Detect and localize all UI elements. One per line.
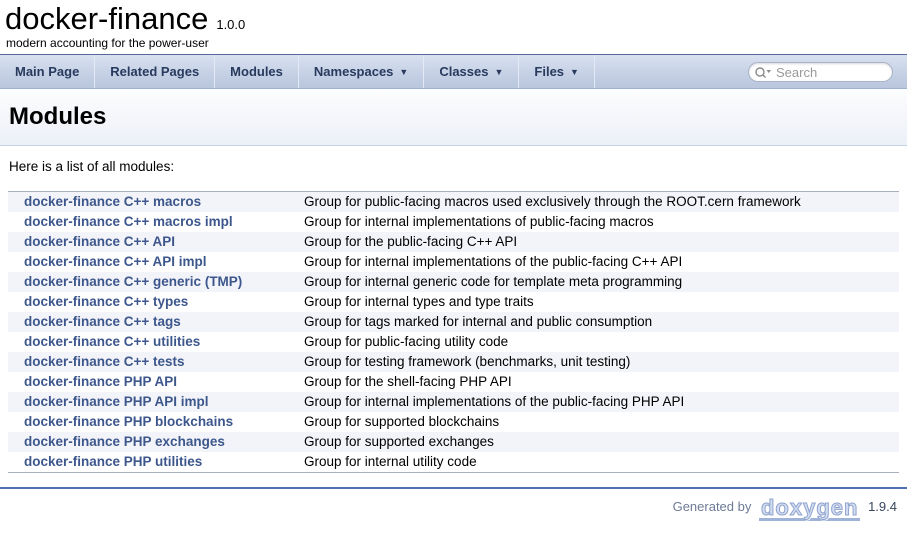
project-name: docker-finance [5, 1, 208, 36]
nav-tab-label: Main Page [15, 64, 79, 79]
module-description: Group for testing framework (benchmarks,… [298, 352, 899, 372]
table-row: docker-finance C++ generic (TMP) Group f… [8, 272, 899, 292]
title-area: docker-finance 1.0.0 modern accounting fo… [0, 0, 907, 54]
module-description: Group for supported exchanges [298, 432, 899, 452]
module-description: Group for public-facing utility code [298, 332, 899, 352]
nav-tab-label: Files [534, 64, 564, 79]
table-row: docker-finance C++ API Group for the pub… [8, 232, 899, 252]
module-link[interactable]: docker-finance C++ types [24, 294, 188, 309]
module-description: Group for the public-facing C++ API [298, 232, 899, 252]
nav-tab-label: Modules [230, 64, 283, 79]
contents: Here is a list of all modules: docker-fi… [0, 159, 907, 473]
table-row: docker-finance PHP API impl Group for in… [8, 392, 899, 412]
intro-text: Here is a list of all modules: [9, 159, 899, 174]
table-row: docker-finance C++ utilities Group for p… [8, 332, 899, 352]
modules-table: docker-finance C++ macros Group for publ… [8, 191, 899, 473]
module-link[interactable]: docker-finance C++ API [24, 234, 175, 249]
module-link[interactable]: docker-finance PHP API impl [24, 394, 209, 409]
table-row: docker-finance PHP exchanges Group for s… [8, 432, 899, 452]
tab-related-pages[interactable]: Related Pages [95, 55, 215, 88]
module-link[interactable]: docker-finance C++ tags [24, 314, 181, 329]
tab-main-page[interactable]: Main Page [0, 55, 95, 88]
table-row: docker-finance C++ macros Group for publ… [8, 192, 899, 213]
module-link[interactable]: docker-finance C++ utilities [24, 334, 200, 349]
nav-tab-label: Namespaces [314, 64, 394, 79]
page-title: Modules [0, 89, 907, 131]
table-row: docker-finance C++ macros impl Group for… [8, 212, 899, 232]
module-link[interactable]: docker-finance C++ generic (TMP) [24, 274, 242, 289]
chevron-down-icon: ▼ [570, 67, 579, 77]
generator-version: 1.9.4 [868, 499, 897, 514]
module-link[interactable]: docker-finance C++ macros [24, 194, 201, 209]
search-container [748, 62, 893, 82]
module-description: Group for the shell-facing PHP API [298, 372, 899, 392]
table-row: docker-finance C++ tests Group for testi… [8, 352, 899, 372]
module-description: Group for internal generic code for temp… [298, 272, 899, 292]
generated-by-text: Generated by [673, 499, 752, 514]
module-link[interactable]: docker-finance PHP API [24, 374, 177, 389]
module-link[interactable]: docker-finance PHP blockchains [24, 414, 233, 429]
nav-bar: Main Page Related Pages Modules Namespac… [0, 54, 907, 89]
module-description: Group for tags marked for internal and p… [298, 312, 899, 332]
module-description: Group for internal utility code [298, 452, 899, 473]
doxygen-logo[interactable]: doxygen [759, 498, 860, 521]
tab-modules[interactable]: Modules [215, 55, 299, 88]
table-row: docker-finance C++ types Group for inter… [8, 292, 899, 312]
search-box[interactable] [748, 62, 893, 82]
module-description: Group for internal implementations of th… [298, 392, 899, 412]
table-row: docker-finance PHP API Group for the she… [8, 372, 899, 392]
tab-classes[interactable]: Classes ▼ [424, 55, 519, 88]
chevron-down-icon: ▼ [399, 67, 408, 77]
footer: Generated by doxygen 1.9.4 [0, 489, 907, 541]
tab-files[interactable]: Files ▼ [519, 55, 595, 88]
module-link[interactable]: docker-finance C++ macros impl [24, 214, 233, 229]
chevron-down-icon: ▼ [494, 67, 503, 77]
module-link[interactable]: docker-finance C++ tests [24, 354, 185, 369]
table-row: docker-finance C++ tags Group for tags m… [8, 312, 899, 332]
table-row: docker-finance C++ API impl Group for in… [8, 252, 899, 272]
module-link[interactable]: docker-finance C++ API impl [24, 254, 207, 269]
table-row: docker-finance PHP blockchains Group for… [8, 412, 899, 432]
project-version: 1.0.0 [216, 17, 245, 32]
page-header: Modules [0, 89, 907, 146]
module-link[interactable]: docker-finance PHP exchanges [24, 434, 225, 449]
module-description: Group for internal implementations of th… [298, 252, 899, 272]
search-icon[interactable] [754, 66, 772, 79]
module-description: Group for internal types and type traits [298, 292, 899, 312]
table-row: docker-finance PHP utilities Group for i… [8, 452, 899, 473]
module-link[interactable]: docker-finance PHP utilities [24, 454, 202, 469]
nav-tab-label: Related Pages [110, 64, 199, 79]
tab-namespaces[interactable]: Namespaces ▼ [299, 55, 424, 88]
module-description: Group for internal implementations of pu… [298, 212, 899, 232]
search-input[interactable] [776, 65, 884, 80]
nav-tab-label: Classes [439, 64, 488, 79]
project-brief: modern accounting for the power-user [5, 36, 907, 54]
module-description: Group for supported blockchains [298, 412, 899, 432]
module-description: Group for public-facing macros used excl… [298, 192, 899, 213]
